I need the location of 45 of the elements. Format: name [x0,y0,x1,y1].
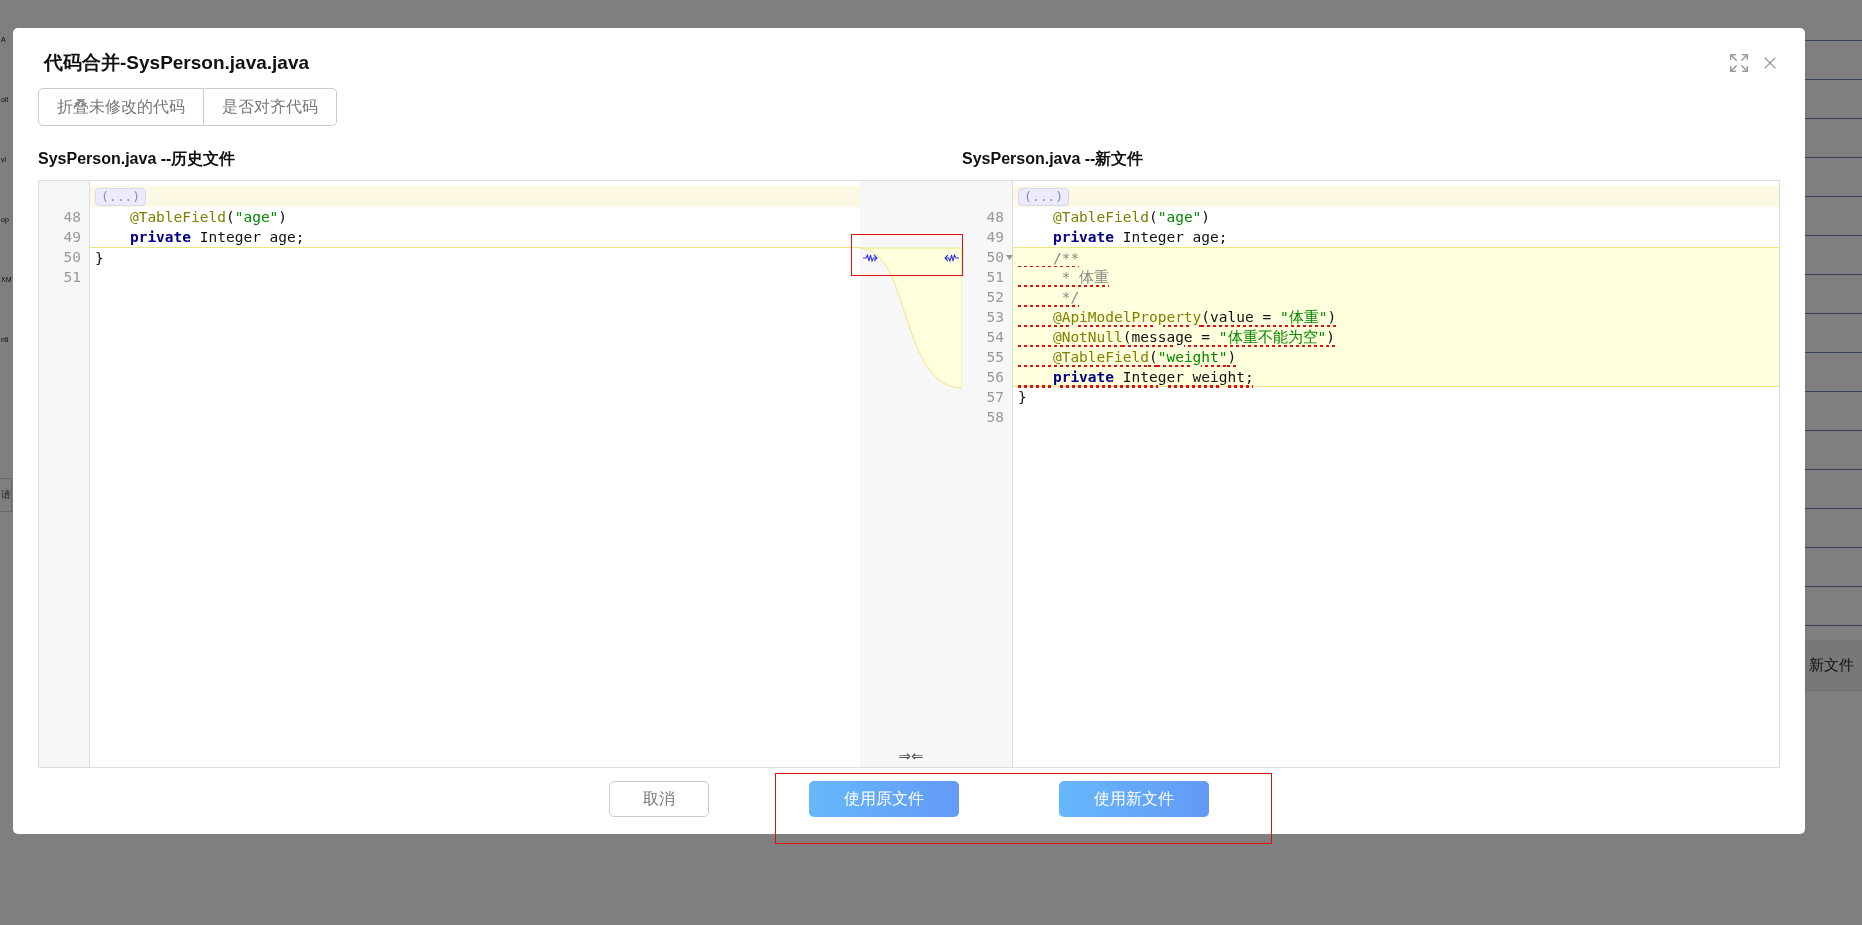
toolbar-button[interactable]: 是否对齐代码 [204,88,337,126]
collapse-button[interactable]: ⇒⇐ [898,747,924,765]
code-line: } [95,248,104,267]
line-number: 55 [986,348,1004,367]
cancel-button[interactable]: 取消 [609,781,709,817]
line-number: 57 [986,388,1004,407]
code-line: @TableField("age") [1051,208,1211,226]
squiggle-arrow-icon[interactable] [942,253,960,263]
pane-title: SysPerson.java --新文件 [962,148,1145,169]
code-line: */ [1060,288,1080,306]
code-line: @NotNull(message = "体重不能为空") [1051,328,1335,346]
pane-title: SysPerson.java --历史文件 [38,148,237,169]
line-number: 50 [63,248,81,267]
code-line: } [1018,388,1027,406]
primary-button[interactable]: 使用原文件 [809,781,959,817]
search-field[interactable]: 请 [1,478,12,512]
code-line: private Integer age; [128,228,305,246]
line-number: 51 [63,268,81,287]
line-number: 56 [986,368,1004,387]
line-number: 48 [986,208,1004,227]
line-number: 58 [986,408,1004,427]
fold-marker[interactable]: (...) [95,187,147,206]
code-line: /** [1051,248,1080,267]
fullscreen-icon[interactable] [1728,52,1750,74]
code-line: * 体重 [1060,268,1110,286]
line-number: 49 [986,228,1004,247]
code-line: private Integer age; [1051,228,1228,246]
code-line: @TableField("age") [128,208,288,226]
line-number: 49 [63,228,81,247]
code-line: @TableField("weight") [1051,348,1237,366]
primary-button[interactable]: 使用新文件 [1059,781,1209,817]
dialog-title: 代码合并-SysPerson.java.java [42,51,310,75]
column-header: 新文件 [1809,655,1854,675]
line-number: 53 [986,308,1004,327]
line-number: 48 [63,208,81,227]
line-number: 50 [986,248,1004,267]
fold-triangle-icon[interactable] [1006,255,1013,260]
line-number: 54 [986,328,1004,347]
toolbar-button[interactable]: 折叠未修改的代码 [38,88,204,126]
fold-marker[interactable]: (...) [1018,187,1070,206]
code-line: private Integer weight; [1051,367,1254,386]
line-number: 51 [986,268,1004,287]
squiggle-arrow-icon[interactable] [862,253,880,263]
line-number: 52 [986,288,1004,307]
code-line: @ApiModelProperty(value = "体重") [1051,308,1337,326]
